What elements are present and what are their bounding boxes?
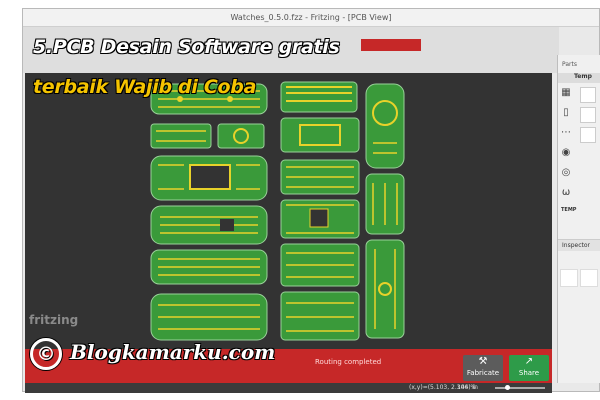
pcb-board [365, 239, 405, 339]
screenshot-root: Watches_0.5.0.fzz - Fritzing - [PCB View… [0, 0, 600, 400]
pcb-board [217, 123, 265, 149]
inspector-preview [560, 269, 578, 287]
resistor-icon[interactable]: ⋯ [560, 127, 572, 139]
zoom-slider-knob[interactable] [505, 385, 510, 390]
pcb-board [150, 205, 268, 245]
parts-tab-temp[interactable]: Temp [558, 73, 600, 83]
pcb-board [150, 155, 268, 201]
pcb-board [365, 83, 405, 169]
pcb-board [150, 293, 268, 341]
parts-panel-title: Parts [562, 61, 577, 68]
zoom-level: 144 % [457, 384, 477, 391]
fritzing-window: Watches_0.5.0.fzz - Fritzing - [PCB View… [22, 8, 600, 393]
pcb-board [280, 243, 360, 287]
active-view-tab[interactable] [361, 39, 421, 51]
temp-bin-label: TEMP [561, 207, 577, 213]
part-thumbnail[interactable] [580, 127, 596, 143]
zoom-slider[interactable] [495, 385, 545, 390]
parts-panel: Parts Temp ▦ ▯ ⋯ ◉ ◎ ω TEMP Inspector [557, 55, 600, 383]
pcb-board [150, 249, 268, 285]
watermark-text: Blogkamarku.com [70, 340, 276, 364]
inspector-preview [580, 269, 598, 287]
overlay-headline: 5.PCB Desain Software gratis [33, 36, 340, 58]
pcb-canvas[interactable]: fritzing [25, 73, 552, 349]
factory-icon: ⚒ [478, 356, 488, 367]
fritzing-brand-mark: fritzing [29, 313, 79, 327]
pcb-board [365, 173, 405, 235]
pcb-board [280, 81, 358, 113]
status-bar: (x,y)=(5.103, 2.306) in 144 % [25, 383, 552, 393]
speaker-icon[interactable]: ◉ [560, 147, 572, 159]
pcb-board [280, 199, 360, 239]
chip-icon[interactable]: ▦ [560, 87, 572, 99]
pcb-board [150, 123, 212, 149]
pcb-board [280, 159, 360, 195]
fabricate-button[interactable]: ⚒ Fabricate [463, 355, 503, 381]
battery-icon[interactable]: ▯ [560, 107, 572, 119]
routing-status: Routing completed [315, 358, 382, 366]
fabricate-label: Fabricate [466, 369, 500, 377]
coil-icon[interactable]: ω [560, 187, 572, 199]
part-thumbnail[interactable] [580, 87, 596, 103]
part-thumbnail[interactable] [580, 107, 596, 123]
share-button[interactable]: ↗ Share [509, 355, 549, 381]
overlay-subheadline: terbaik Wajib di Coba [33, 76, 257, 98]
copyright-icon: © [30, 338, 62, 370]
pcb-board [280, 117, 360, 153]
window-title: Watches_0.5.0.fzz - Fritzing - [PCB View… [23, 9, 599, 27]
share-icon: ↗ [524, 356, 534, 367]
inspector-title: Inspector [558, 239, 600, 251]
pcb-board [280, 291, 360, 341]
mic-icon[interactable]: ◎ [560, 167, 572, 179]
share-label: Share [518, 369, 540, 377]
